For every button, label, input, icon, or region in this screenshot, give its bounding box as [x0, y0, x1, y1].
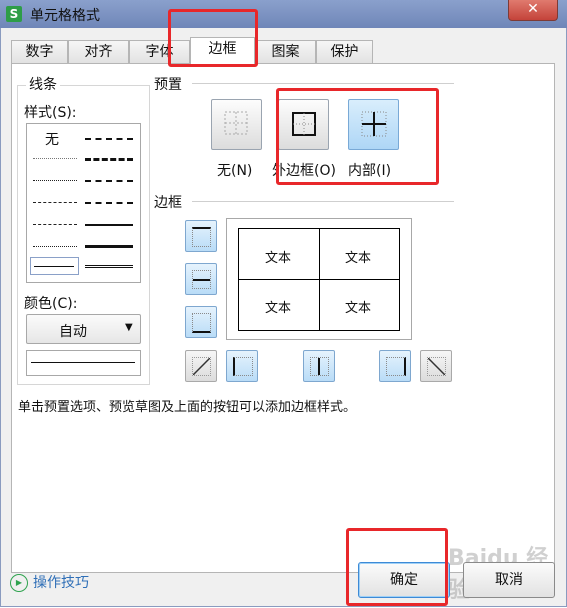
cancel-button[interactable]: 取消 — [463, 562, 555, 598]
preset-none-label: 无(N) — [217, 163, 253, 179]
line-style-dash-dot[interactable] — [33, 202, 77, 203]
line-style-medium[interactable] — [85, 224, 133, 226]
no-border-icon — [224, 111, 248, 135]
tab-pattern[interactable]: 图案 — [255, 40, 316, 63]
diagonal-up-icon — [192, 357, 211, 376]
top-border-button[interactable] — [185, 220, 217, 252]
tab-alignment[interactable]: 对齐 — [68, 40, 129, 63]
color-dropdown[interactable]: 自动 ▼ — [26, 314, 141, 344]
diagonal-down-border-button[interactable] — [420, 350, 452, 382]
border-preview[interactable]: 文本 文本 文本 文本 — [226, 218, 412, 340]
line-style-small-dotted[interactable] — [33, 246, 77, 247]
line-style-double[interactable] — [85, 265, 133, 268]
preset-outline-button[interactable] — [278, 99, 329, 150]
line-style-slant-dash[interactable] — [85, 158, 133, 161]
dialog-title: 单元格格式 — [30, 8, 100, 24]
color-label: 颜色(C): — [24, 293, 78, 313]
left-border-button[interactable] — [226, 350, 258, 382]
outline-border-icon — [292, 112, 316, 136]
border-divider — [192, 201, 454, 202]
play-icon: ▶ — [10, 574, 28, 592]
tab-protection[interactable]: 保护 — [316, 40, 373, 63]
preview-cell-text: 文本 — [345, 301, 372, 316]
inside-vertical-border-button[interactable] — [303, 350, 335, 382]
preset-outline-label: 外边框(O) — [272, 163, 336, 179]
bottom-border-button[interactable] — [185, 306, 217, 338]
line-style-thick[interactable] — [85, 245, 133, 248]
line-style-dash-dot-medium[interactable] — [85, 180, 133, 182]
left-border-icon — [233, 357, 253, 376]
right-border-button[interactable] — [379, 350, 411, 382]
preview-cell-text: 文本 — [265, 301, 292, 316]
right-border-icon — [386, 357, 406, 376]
chevron-down-icon: ▼ — [125, 322, 133, 333]
title-bar: S 单元格格式 ✕ — [0, 0, 567, 28]
line-style-dashed[interactable] — [33, 224, 77, 225]
color-value: 自动 — [59, 324, 87, 340]
line-style-hair[interactable] — [33, 158, 77, 159]
close-button[interactable]: ✕ — [508, 0, 558, 21]
preset-inside-button[interactable] — [348, 99, 399, 150]
border-group-title: 边框 — [154, 192, 182, 212]
inside-border-icon — [361, 111, 387, 137]
preview-cell-text: 文本 — [265, 251, 292, 266]
inside-horizontal-border-button[interactable] — [185, 263, 217, 295]
line-style-medium-dashed[interactable] — [85, 202, 133, 204]
line-style-selected[interactable] — [30, 257, 79, 275]
line-style-dotted[interactable] — [33, 180, 77, 181]
tab-font[interactable]: 字体 — [129, 40, 190, 63]
line-group-title: 线条 — [26, 74, 60, 94]
line-sample — [26, 350, 141, 376]
style-label: 样式(S): — [24, 102, 77, 122]
line-style-list[interactable]: 无 — [26, 123, 141, 283]
preset-inside-label: 内部(I) — [348, 163, 392, 179]
preset-group-title: 预置 — [154, 74, 182, 94]
diagonal-up-border-button[interactable] — [185, 350, 217, 382]
preview-grid: 文本 文本 文本 文本 — [238, 228, 400, 331]
hint-text: 单击预置选项、预览草图及上面的按钮可以添加边框样式。 — [18, 400, 357, 415]
preview-cell-text: 文本 — [345, 251, 372, 266]
ok-button[interactable]: 确定 — [358, 562, 450, 598]
diagonal-down-icon — [427, 357, 446, 376]
tab-border[interactable]: 边框 — [190, 37, 255, 65]
close-icon: ✕ — [527, 1, 539, 17]
tips-link[interactable]: ▶ 操作技巧 — [10, 572, 89, 592]
tab-number[interactable]: 数字 — [11, 40, 68, 63]
line-style-none[interactable]: 无 — [45, 129, 59, 149]
inside-horizontal-border-icon — [192, 270, 211, 289]
inside-vertical-border-icon — [310, 357, 329, 376]
wps-app-icon: S — [6, 6, 22, 22]
preset-none-button[interactable] — [211, 99, 262, 150]
tips-label: 操作技巧 — [33, 575, 89, 591]
top-border-icon — [192, 227, 211, 247]
line-style-dash-dot-dot-thick[interactable] — [85, 138, 133, 140]
bottom-border-icon — [192, 313, 211, 333]
preset-divider — [192, 83, 454, 84]
